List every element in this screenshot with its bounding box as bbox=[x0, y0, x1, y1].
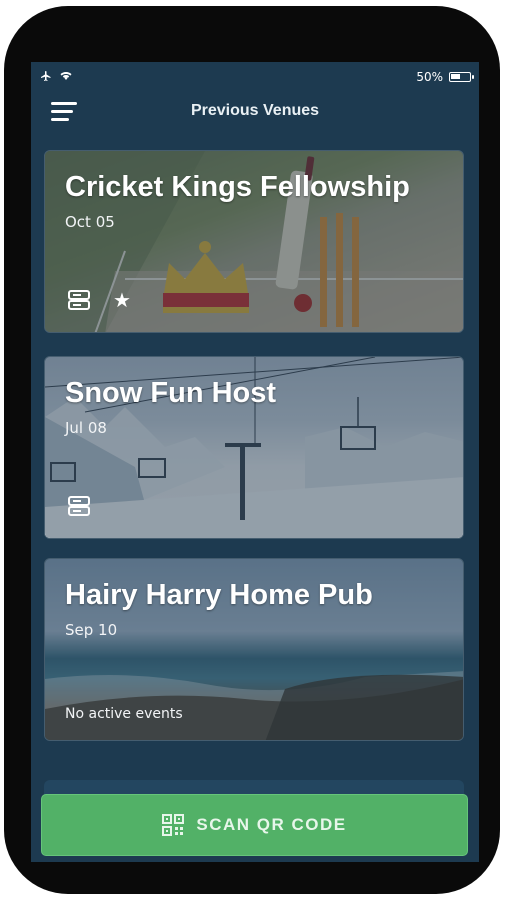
venue-card-icons bbox=[67, 494, 91, 518]
battery-percent: 50% bbox=[416, 70, 443, 84]
venue-date: Jul 08 bbox=[65, 419, 107, 437]
status-bar: 50% bbox=[31, 62, 479, 88]
wifi-icon bbox=[60, 72, 72, 80]
status-right: 50% bbox=[416, 70, 474, 84]
venue-date: Oct 05 bbox=[65, 213, 115, 231]
venue-date: Sep 10 bbox=[65, 621, 118, 639]
scan-button-label: SCAN QR CODE bbox=[196, 815, 347, 834]
app-header: Previous Venues bbox=[31, 88, 479, 136]
app-screen: 50% Previous Venues Cricket Kings Fellow… bbox=[31, 62, 479, 862]
venue-card-cricket-kings[interactable]: Cricket Kings Fellowship Oct 05 ★ bbox=[44, 150, 464, 333]
page-title: Previous Venues bbox=[190, 102, 320, 119]
venue-card-body: Snow Fun Host Jul 08 bbox=[45, 357, 463, 538]
scan-qr-code-button[interactable]: SCAN QR CODE bbox=[41, 794, 468, 856]
venue-events-status: No active events bbox=[65, 706, 183, 722]
star-icon[interactable]: ★ bbox=[113, 290, 131, 310]
venue-name: Cricket Kings Fellowship bbox=[65, 171, 410, 203]
database-icon[interactable] bbox=[67, 494, 91, 518]
venue-name: Hairy Harry Home Pub bbox=[65, 579, 373, 611]
venue-card-icons: ★ bbox=[67, 288, 131, 312]
airplane-icon bbox=[41, 71, 51, 81]
venue-name: Snow Fun Host bbox=[65, 377, 277, 409]
battery-icon bbox=[449, 72, 474, 82]
venue-card-hairy-harry[interactable]: Hairy Harry Home Pub Sep 10 No active ev… bbox=[44, 558, 464, 741]
qr-code-icon bbox=[162, 814, 185, 836]
status-left bbox=[39, 70, 73, 82]
venue-card-snow-fun[interactable]: Snow Fun Host Jul 08 bbox=[44, 356, 464, 539]
phone-frame: 50% Previous Venues Cricket Kings Fellow… bbox=[4, 6, 500, 894]
database-icon[interactable] bbox=[67, 288, 91, 312]
